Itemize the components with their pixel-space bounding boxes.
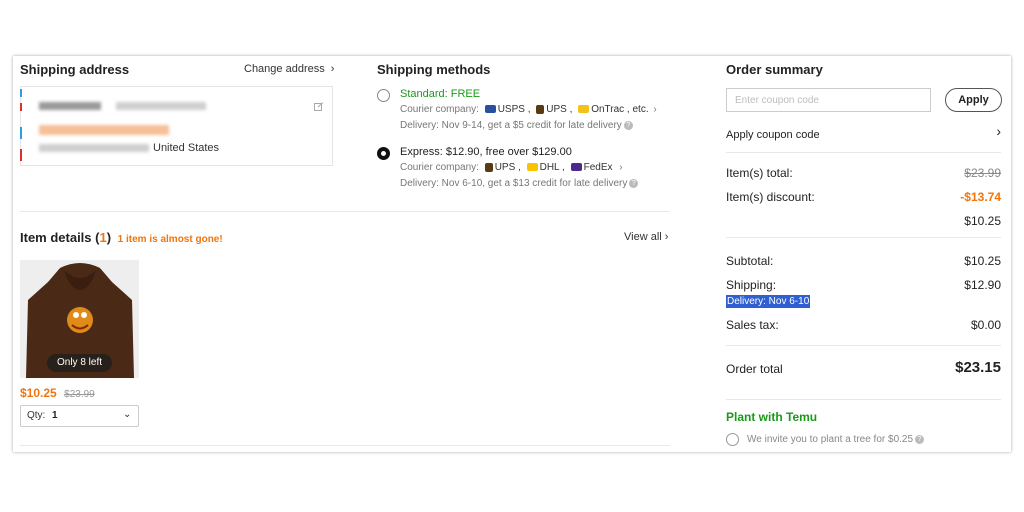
view-all-label: View all [624, 231, 662, 243]
courier-prefix: Courier company: [400, 104, 479, 115]
coupon-input[interactable] [726, 88, 931, 112]
stock-badge: Only 8 left [47, 354, 112, 372]
sales-tax-value: $0.00 [970, 318, 1001, 332]
item-details-title: Item details (1) 1 item is almost gone! [20, 230, 223, 245]
help-icon[interactable]: ? [915, 434, 925, 444]
chevron-right-icon: › [664, 231, 669, 243]
price-row: $10.25 $23.99 [20, 384, 95, 402]
envelope-stripe-blue [20, 127, 22, 139]
item-details-close-paren: ) [106, 230, 112, 245]
items-total-label: Item(s) total: [726, 166, 793, 180]
qty-value: 1 [52, 410, 58, 421]
courier-ontrac: OnTrac , etc. [591, 104, 649, 115]
view-all-link[interactable]: View all › [624, 231, 668, 243]
item-details-label: Item details ( [20, 230, 100, 245]
standard-shipping-label: Standard: FREE [400, 88, 481, 100]
low-stock-alert: 1 item is almost gone! [117, 234, 223, 245]
items-discount-label: Item(s) discount: [726, 190, 815, 204]
chevron-right-icon: › [996, 123, 1001, 139]
standard-shipping-radio[interactable] [377, 89, 390, 102]
items-total-value: $23.99 [964, 166, 1001, 180]
items-discount-value: -$13.74 [960, 190, 1001, 204]
plant-invite-text: We invite you to plant a tree for $0.25 [747, 434, 914, 445]
divider [726, 345, 1001, 346]
chevron-right-icon[interactable]: › [653, 104, 656, 115]
item-price: $10.25 [20, 386, 57, 400]
express-delivery-line: Delivery: Nov 6-10, get a $13 credit for… [400, 178, 639, 189]
order-total-label: Order total [726, 362, 783, 376]
qty-label: Qty: [27, 410, 46, 421]
ontrac-icon [578, 105, 590, 114]
subtotal-label: Subtotal: [726, 254, 774, 268]
standard-delivery-text: Delivery: Nov 9-14, get a $5 credit for … [400, 120, 622, 131]
shipping-value: $12.90 [964, 278, 1001, 292]
courier-fedex: FedEx [583, 162, 613, 173]
divider [20, 445, 670, 446]
courier-prefix: Courier company: [400, 162, 479, 173]
courier-ups: UPS , [494, 162, 521, 173]
shipping-address-title: Shipping address [20, 62, 130, 77]
envelope-stripe-red [20, 103, 22, 111]
divider [726, 152, 1001, 153]
sales-tax-label: Sales tax: [726, 318, 779, 332]
address-box[interactable]: United States [20, 86, 333, 166]
courier-usps: USPS , [497, 104, 531, 115]
dhl-icon [526, 163, 538, 172]
apply-button[interactable]: Apply [945, 88, 1002, 112]
address-country: United States [153, 142, 220, 154]
express-delivery-text: Delivery: Nov 6-10, get a $13 credit for… [400, 178, 628, 189]
divider [20, 211, 670, 212]
standard-delivery-line: Delivery: Nov 9-14, get a $5 credit for … [400, 120, 633, 131]
change-address-link[interactable]: Change address › [244, 63, 334, 75]
chevron-right-icon[interactable]: › [619, 162, 622, 173]
redacted-phone [116, 102, 206, 110]
apply-coupon-row[interactable]: Apply coupon code › [726, 123, 1001, 141]
shipping-methods-title: Shipping methods [377, 62, 491, 77]
plant-invite: We invite you to plant a tree for $0.25? [747, 434, 925, 445]
ups-icon [536, 104, 545, 114]
apply-coupon-label: Apply coupon code [726, 129, 820, 141]
envelope-stripe-blue [20, 89, 22, 97]
order-summary-title: Order summary [726, 62, 823, 77]
chevron-right-icon: › [330, 63, 335, 75]
chevron-down-icon: ⌄ [123, 409, 132, 420]
express-shipping-label: Express: $12.90, free over $129.00 [400, 146, 572, 158]
order-total-value: $23.15 [955, 359, 1001, 376]
redacted-city [39, 144, 149, 152]
after-discount-value: $10.25 [964, 214, 1001, 228]
edit-icon[interactable] [314, 99, 324, 111]
courier-dhl: DHL , [539, 162, 565, 173]
change-address-label: Change address [244, 63, 325, 75]
help-icon[interactable]: ? [623, 120, 633, 130]
plant-title: Plant with Temu [726, 410, 818, 424]
product-image[interactable]: Only 8 left [20, 260, 139, 378]
standard-courier-line: Courier company: USPS , UPS , OnTrac , e… [400, 104, 657, 115]
envelope-stripe-red [20, 149, 22, 161]
fedex-icon [570, 163, 582, 172]
subtotal-value: $10.25 [964, 254, 1001, 268]
item-count: 1 [99, 230, 107, 245]
courier-ups: UPS , [546, 104, 573, 115]
shipping-label: Shipping: [726, 278, 777, 292]
help-icon[interactable]: ? [629, 178, 639, 188]
plant-tree-radio[interactable] [726, 433, 739, 446]
delivery-note-highlight: Delivery: Nov 6-10 [726, 295, 811, 308]
checkout-card: Shipping address Change address › United… [13, 56, 1011, 452]
usps-icon [484, 105, 496, 114]
qty-select[interactable]: Qty: 1 ⌄ [20, 405, 139, 427]
divider [726, 237, 1001, 238]
divider [726, 399, 1001, 400]
redacted-name [39, 102, 101, 110]
ups-icon [484, 162, 493, 172]
express-courier-line: Courier company: UPS , DHL , FedEx › [400, 162, 623, 173]
express-shipping-radio[interactable] [377, 147, 390, 160]
redacted-street [39, 125, 169, 135]
item-original-price: $23.99 [64, 389, 95, 400]
